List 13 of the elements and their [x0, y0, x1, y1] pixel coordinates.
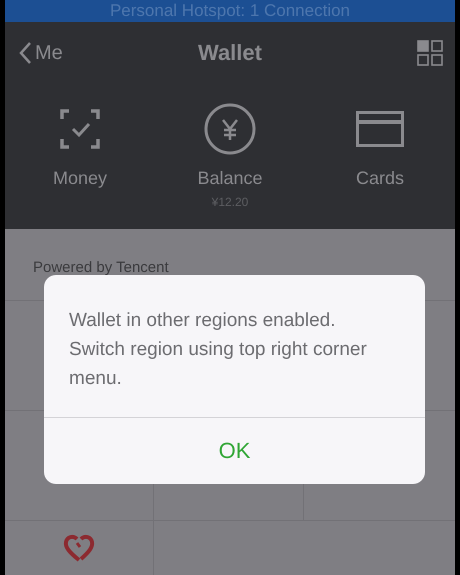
ok-button[interactable]: OK	[44, 418, 425, 484]
wallet-shortcut[interactable]: Cards	[356, 168, 404, 189]
powered-by-note: Powered by Tencent	[33, 259, 169, 276]
card-icon	[356, 111, 404, 147]
heart-icon[interactable]	[63, 533, 95, 563]
yen-coin-icon	[204, 103, 256, 155]
chevron-left-icon	[19, 42, 31, 64]
page-title: Wallet	[198, 40, 262, 65]
wallet-shortcut[interactable]: Money	[52, 168, 108, 189]
wallet-shortcut[interactable]: Balance	[197, 168, 263, 189]
back-button[interactable]: Me	[19, 42, 63, 64]
grid-menu-icon[interactable]	[417, 40, 443, 66]
alert-message: Wallet in other regions enabled. Switch region using top right corner menu.	[44, 275, 425, 418]
